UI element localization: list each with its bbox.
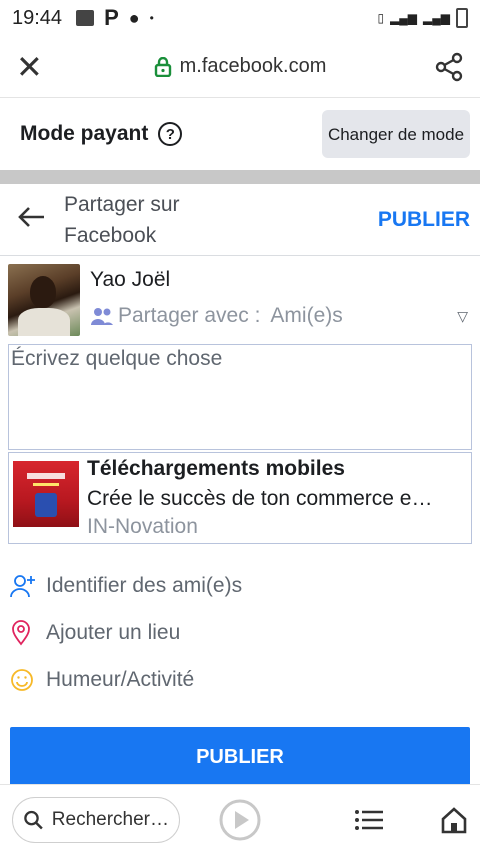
p-app-icon: P	[104, 5, 119, 30]
lock-icon	[154, 56, 171, 77]
url-text: m.facebook.com	[179, 55, 327, 77]
link-description: Crée le succès de ton commerce e…	[87, 487, 433, 510]
vibrate-icon: ▯	[377, 11, 385, 25]
clock: 19:44	[12, 6, 63, 29]
search-pill[interactable]: Rechercher…	[12, 796, 180, 843]
link-source: IN-Novation	[87, 515, 198, 538]
play-icon[interactable]	[218, 798, 262, 842]
battery-icon	[456, 8, 468, 28]
audience-selector[interactable]: Partager avec : Ami(e)s ▽	[90, 304, 472, 328]
audience-value: Ami(e)s	[270, 304, 343, 327]
share-icon[interactable]	[434, 52, 464, 82]
link-thumbnail	[13, 461, 79, 527]
add-location-action[interactable]: Ajouter un lieu	[10, 609, 480, 656]
browser-bottom-bar: Rechercher…	[0, 784, 480, 854]
post-text-area[interactable]: Écrivez quelque chose	[8, 344, 472, 450]
mood-activity-action[interactable]: Humeur/Activité	[10, 656, 480, 703]
chat-icon: ●	[128, 7, 140, 28]
tag-friends-label: Identifier des ami(e)s	[46, 573, 243, 597]
publish-link[interactable]: PUBLIER	[378, 208, 470, 232]
user-row: Yao Joël Partager avec : Ami(e)s ▽	[0, 256, 480, 344]
mood-activity-label: Humeur/Activité	[46, 667, 195, 691]
signal-icon-2: ▂▄▆	[423, 11, 450, 25]
back-arrow-icon[interactable]	[16, 204, 64, 236]
list-icon[interactable]	[354, 809, 384, 831]
link-title: Téléchargements mobiles	[87, 457, 345, 480]
user-name: Yao Joël	[90, 268, 171, 291]
smiley-icon	[11, 668, 33, 691]
status-bar: 19:44 P ● • ▯ ▂▄▆ ▂▄▆	[0, 0, 480, 36]
friends-icon	[91, 308, 113, 325]
close-icon[interactable]: ✕	[16, 51, 64, 83]
search-icon	[24, 810, 43, 829]
avatar	[8, 264, 80, 336]
mode-bar: Mode payant ? Changer de mode	[0, 98, 480, 170]
share-header: Partager sur Facebook PUBLIER	[0, 184, 480, 256]
publish-button[interactable]: PUBLIER	[10, 727, 470, 787]
dropdown-caret-icon: ▽	[457, 307, 468, 324]
url-display[interactable]: m.facebook.com	[64, 55, 416, 78]
browser-toolbar: ✕ m.facebook.com	[0, 36, 480, 98]
location-pin-icon	[12, 619, 30, 645]
separator	[0, 170, 480, 184]
home-icon[interactable]	[440, 806, 468, 834]
add-location-label: Ajouter un lieu	[46, 620, 181, 644]
link-preview-card[interactable]: Téléchargements mobiles Crée le succès d…	[8, 452, 472, 544]
share-title: Partager sur Facebook	[64, 192, 180, 247]
search-label: Rechercher…	[51, 808, 169, 830]
signal-icon: ▂▄▆	[390, 11, 418, 25]
composer-placeholder: Écrivez quelque chose	[11, 347, 223, 370]
tag-friends-icon	[10, 574, 35, 597]
audience-prefix: Partager avec :	[118, 304, 261, 327]
dot-icon: •	[149, 11, 154, 25]
tag-friends-action[interactable]: Identifier des ami(e)s	[10, 562, 480, 609]
help-icon[interactable]: ?	[158, 122, 183, 146]
change-mode-button[interactable]: Changer de mode	[322, 110, 470, 158]
post-actions: Identifier des ami(e)s Ajouter un lieu H…	[0, 544, 480, 703]
mode-title: Mode payant	[20, 122, 149, 145]
gallery-icon	[76, 10, 95, 26]
